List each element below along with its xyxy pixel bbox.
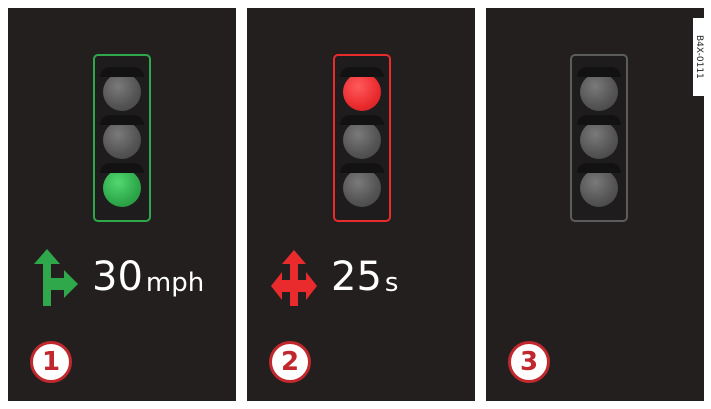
speed-value: 30 xyxy=(92,254,143,300)
bottom-lamp-off xyxy=(577,163,621,207)
panel-green-light: 30 mph 1 xyxy=(8,8,236,401)
panel-inactive-light: 3 B4X-0111 xyxy=(486,8,704,401)
green-go-straight-or-right-arrow-icon xyxy=(34,249,78,306)
top-lamp-red-on xyxy=(340,67,384,111)
middle-lamp-off xyxy=(340,115,384,159)
panel-red-light: 25 s 2 xyxy=(247,8,475,401)
top-lamp-off xyxy=(100,67,144,111)
callout-3: 3 xyxy=(508,341,550,383)
callout-2: 2 xyxy=(269,341,311,383)
traffic-light-green-active xyxy=(93,54,151,222)
traffic-light-inactive xyxy=(570,54,628,222)
traffic-light-red-active xyxy=(333,54,391,222)
figure-reference-code: B4X-0111 xyxy=(693,18,704,96)
bottom-lamp-green-on xyxy=(100,163,144,207)
traffic-light-display-figure: 30 mph 1 25 s 2 3 B4X-0111 xyxy=(0,0,711,409)
countdown: 25 s xyxy=(269,246,398,308)
middle-lamp-off xyxy=(577,115,621,159)
middle-lamp-off xyxy=(100,115,144,159)
callout-1: 1 xyxy=(30,341,72,383)
countdown-unit: s xyxy=(384,268,399,298)
countdown-value: 25 xyxy=(331,254,382,300)
speed-unit: mph xyxy=(145,268,205,298)
bottom-lamp-off xyxy=(340,163,384,207)
speed-recommendation: 30 mph xyxy=(30,246,204,308)
top-lamp-off xyxy=(577,67,621,111)
red-four-way-arrow-icon xyxy=(271,250,317,306)
